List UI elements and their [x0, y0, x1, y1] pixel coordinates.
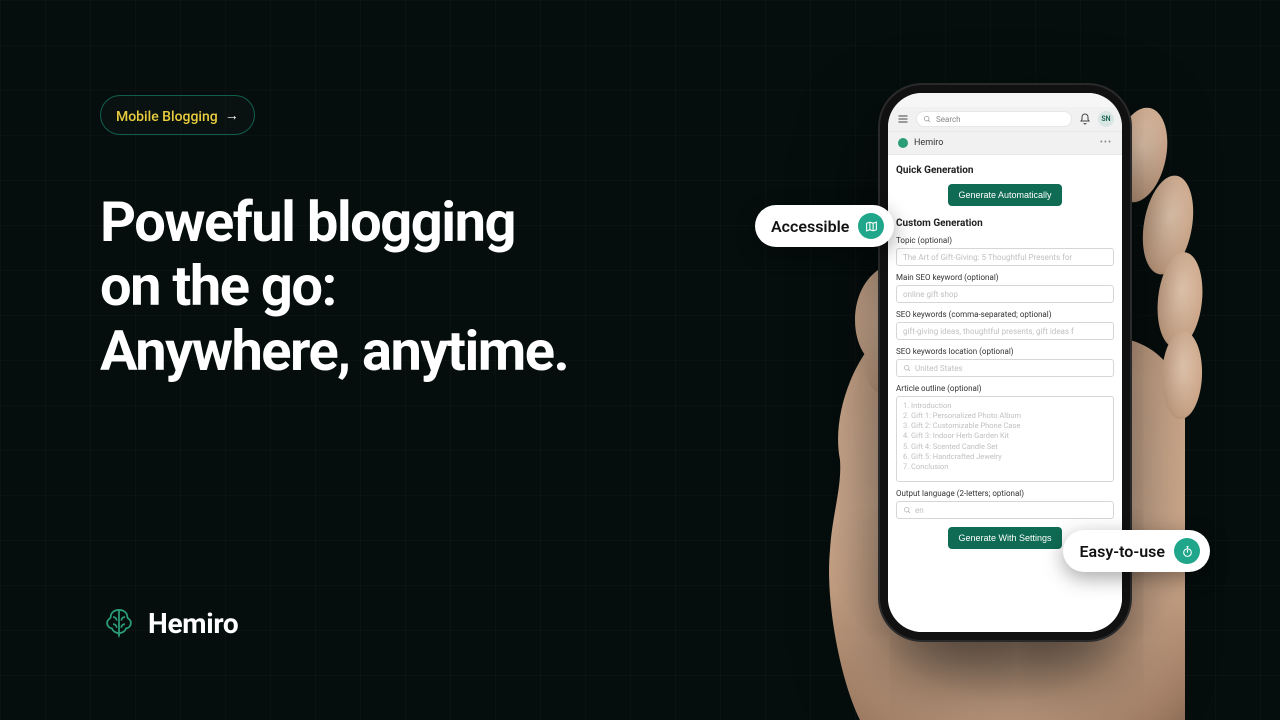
- seo-location-input[interactable]: United States: [896, 359, 1114, 377]
- device-mockup: Search SN Hemiro ••• Quick Generation Ge…: [770, 40, 1210, 720]
- quick-generation-title: Quick Generation: [896, 165, 1114, 176]
- main-seo-keyword-input[interactable]: online gift shop: [896, 285, 1114, 303]
- topic-placeholder: The Art of Gift-Giving: 5 Thoughtful Pre…: [903, 253, 1072, 262]
- tag-label: Mobile Blogging: [116, 109, 218, 125]
- app-name: Hemiro: [914, 138, 943, 148]
- brand-name: Hemiro: [148, 607, 238, 640]
- more-icon[interactable]: •••: [1100, 138, 1112, 148]
- topic-input[interactable]: The Art of Gift-Giving: 5 Thoughtful Pre…: [896, 248, 1114, 266]
- app-topbar: Search SN: [888, 107, 1122, 131]
- arrow-right-icon: →: [225, 107, 239, 124]
- menu-icon[interactable]: [896, 112, 910, 126]
- outline-textarea[interactable]: 1. Introduction 2. Gift 1: Personalized …: [896, 396, 1114, 482]
- app-logo-icon: [898, 138, 908, 148]
- app-header: Hemiro •••: [888, 131, 1122, 155]
- outline-label: Article outline (optional): [896, 384, 1114, 393]
- brain-logo-icon: [100, 604, 138, 642]
- seo-keywords-input[interactable]: gift-giving ideas, thoughtful presents, …: [896, 322, 1114, 340]
- feature-bubble-accessible: Accessible: [755, 205, 894, 247]
- map-icon: [858, 213, 884, 239]
- topic-label: Topic (optional): [896, 236, 1114, 245]
- hero-left-column: Mobile Blogging → Poweful blogging on th…: [100, 95, 568, 383]
- seo-location-label: SEO keywords location (optional): [896, 347, 1114, 356]
- main-seo-placeholder: online gift shop: [903, 290, 958, 299]
- feature-bubble-easy: Easy-to-use: [1063, 530, 1210, 572]
- output-language-label: Output language (2-letters; optional): [896, 489, 1114, 498]
- brand-lockup: Hemiro: [100, 604, 238, 642]
- bell-icon[interactable]: [1078, 112, 1092, 126]
- status-strip: [888, 93, 1122, 107]
- feature-bubble-label: Easy-to-use: [1079, 542, 1165, 561]
- generate-automatically-button[interactable]: Generate Automatically: [948, 184, 1061, 206]
- headline: Poweful blogging on the go: Anywhere, an…: [100, 190, 568, 383]
- output-language-input[interactable]: en: [896, 501, 1114, 519]
- search-placeholder: Search: [936, 115, 961, 124]
- feature-bubble-label: Accessible: [771, 217, 849, 236]
- stopwatch-icon: [1174, 538, 1200, 564]
- generate-with-settings-button[interactable]: Generate With Settings: [948, 527, 1061, 549]
- custom-generation-title: Custom Generation: [896, 218, 1114, 229]
- main-seo-keyword-label: Main SEO keyword (optional): [896, 273, 1114, 282]
- seo-location-placeholder: United States: [915, 364, 963, 373]
- tag-pill[interactable]: Mobile Blogging →: [100, 95, 255, 135]
- seo-keywords-placeholder: gift-giving ideas, thoughtful presents, …: [903, 327, 1074, 336]
- search-input[interactable]: Search: [916, 111, 1072, 127]
- output-language-placeholder: en: [915, 506, 924, 515]
- avatar[interactable]: SN: [1098, 111, 1114, 127]
- seo-keywords-label: SEO keywords (comma-separated; optional): [896, 310, 1114, 319]
